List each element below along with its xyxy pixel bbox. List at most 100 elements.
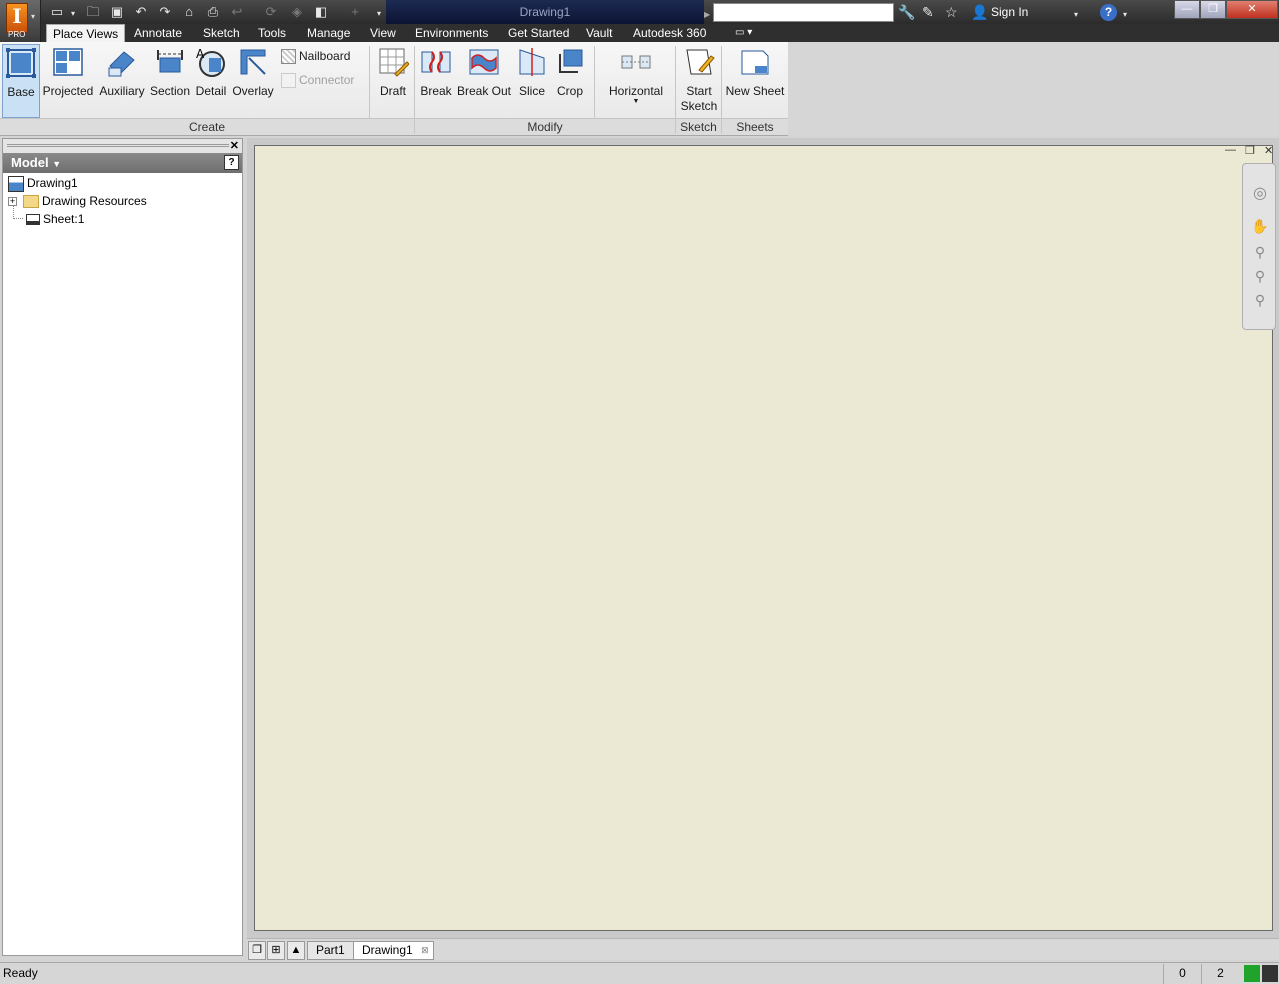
doc-tab-drawing1[interactable]: Drawing1 ⊠ bbox=[353, 941, 434, 960]
status-bar: Ready 0 2 bbox=[0, 962, 1279, 984]
title-bar: ▭ ▾ 🗀 ▣ ↶ ↷ ⌂ ⎙ ↩ ⟳ ◈ ◧ + ▾ Drawing1 ▶ 🔧… bbox=[0, 0, 1279, 24]
help-dropdown-icon[interactable]: ▾ bbox=[1123, 7, 1127, 23]
horizontal-alignment-button[interactable]: Horizontal ▼ bbox=[604, 44, 668, 118]
overlay-view-button[interactable]: Overlay bbox=[231, 44, 275, 118]
mdi-close-icon[interactable]: ✕ bbox=[1264, 144, 1273, 157]
browser-close-icon[interactable]: ✕ bbox=[230, 139, 239, 152]
break-icon bbox=[421, 51, 451, 73]
save-icon[interactable]: ▣ bbox=[108, 4, 126, 20]
base-view-label: Base bbox=[7, 85, 35, 99]
new-dropdown-icon[interactable]: ▾ bbox=[64, 6, 82, 22]
tab-vault[interactable]: Vault bbox=[580, 24, 618, 42]
modify-panel-label: Modify bbox=[415, 118, 675, 135]
close-tab-icon[interactable]: ⊠ bbox=[421, 942, 429, 959]
document-tab-bar: ❐ ⊞ ▲ Part1 Drawing1 ⊠ bbox=[247, 938, 1279, 960]
sign-in-button[interactable]: Sign In bbox=[991, 5, 1028, 19]
satellite-icon[interactable]: ✎ bbox=[922, 4, 934, 20]
tab-view[interactable]: View bbox=[364, 24, 402, 42]
tab-environments[interactable]: Environments bbox=[409, 24, 494, 42]
nailboard-button[interactable]: Nailboard bbox=[281, 49, 350, 65]
browser-grip[interactable]: ✕ bbox=[3, 139, 242, 153]
home-icon[interactable]: ⌂ bbox=[180, 4, 198, 20]
tools-icon[interactable]: 🔧 bbox=[898, 4, 915, 20]
grip-lines bbox=[7, 144, 229, 147]
measure-icon[interactable]: ◧ bbox=[312, 4, 330, 20]
redo-icon[interactable]: ↷ bbox=[156, 4, 174, 20]
ribbon-display-toggle-icon[interactable]: ▭ ▾ bbox=[729, 24, 758, 42]
status-count-1: 0 bbox=[1163, 964, 1201, 984]
favorites-icon[interactable]: ☆ bbox=[945, 4, 958, 20]
tab-place-views[interactable]: Place Views bbox=[46, 24, 126, 42]
auxiliary-view-button[interactable]: Auxiliary bbox=[97, 44, 147, 118]
tab-get-started[interactable]: Get Started bbox=[502, 24, 575, 42]
tile-windows-icon[interactable]: ⊞ bbox=[267, 941, 285, 960]
tree-connector bbox=[13, 205, 23, 219]
base-view-button[interactable]: Base bbox=[2, 44, 40, 118]
ribbon-tab-row: Place Views Annotate Sketch Tools Manage… bbox=[41, 24, 1279, 42]
tree-label: Drawing Resources bbox=[42, 194, 147, 208]
undo-icon[interactable]: ↶ bbox=[132, 4, 150, 20]
expand-arrow-icon[interactable]: ▶ bbox=[704, 7, 710, 23]
cascade-windows-icon[interactable]: ❐ bbox=[248, 941, 266, 960]
open-documents-icon[interactable]: ▲ bbox=[287, 941, 305, 960]
browser-help-icon[interactable]: ? bbox=[224, 155, 239, 170]
connector-label: Connector bbox=[299, 73, 355, 87]
connector-icon bbox=[281, 73, 296, 89]
browser-header[interactable]: Model ▼ ? bbox=[3, 153, 242, 173]
tree-item-drawing[interactable]: Drawing1 bbox=[8, 175, 78, 192]
add-icon: + bbox=[351, 4, 359, 19]
break-button[interactable]: Break bbox=[418, 44, 454, 118]
tab-sketch[interactable]: Sketch bbox=[197, 24, 246, 42]
tree-label: Drawing1 bbox=[27, 176, 78, 190]
close-button[interactable]: ✕ bbox=[1226, 0, 1278, 19]
tab-annotate[interactable]: Annotate bbox=[128, 24, 188, 42]
doc-tab-label: Drawing1 bbox=[362, 943, 413, 957]
mdi-minimize-icon[interactable]: — bbox=[1225, 144, 1236, 156]
sign-in-dropdown-icon[interactable]: ▾ bbox=[1074, 7, 1078, 23]
return-icon: ↩ bbox=[231, 4, 243, 19]
pan-icon[interactable]: ✋ bbox=[1250, 216, 1270, 236]
tree-item-sheet[interactable]: Sheet:1 bbox=[13, 205, 84, 227]
start-sketch-icon bbox=[686, 49, 715, 75]
horizontal-alignment-icon bbox=[621, 55, 651, 69]
drawing-document-icon bbox=[8, 175, 24, 192]
tree-item-drawing-resources[interactable]: + Drawing Resources bbox=[8, 193, 147, 209]
crop-button[interactable]: Crop bbox=[552, 44, 588, 118]
tab-tools[interactable]: Tools bbox=[252, 24, 292, 42]
tab-autodesk-360[interactable]: Autodesk 360 bbox=[627, 24, 712, 42]
inventor-logo-icon: I bbox=[6, 3, 28, 33]
browser-dropdown-icon: ▼ bbox=[52, 159, 62, 169]
ribbon-empty-area bbox=[788, 42, 1279, 136]
application-menu-button[interactable]: I PRO ▾ bbox=[0, 0, 41, 42]
crop-icon bbox=[559, 49, 583, 73]
break-out-button[interactable]: Break Out bbox=[456, 44, 512, 118]
mdi-restore-icon[interactable]: ❐ bbox=[1245, 144, 1255, 157]
projected-view-button[interactable]: Projected bbox=[42, 44, 94, 118]
connector-button: Connector bbox=[281, 73, 355, 89]
status-count-2: 2 bbox=[1201, 964, 1239, 984]
ribbon-panel: Base Projected Auxiliary Section A Detai… bbox=[0, 42, 1279, 136]
zoom-all-icon[interactable]: ⚲ bbox=[1250, 266, 1270, 286]
tab-manage[interactable]: Manage bbox=[301, 24, 356, 42]
draft-view-button[interactable]: Draft bbox=[373, 44, 413, 118]
steering-wheel-2d-icon[interactable]: ◎ bbox=[1250, 184, 1270, 204]
navigation-bar: ◎ ✋ ⚲ ⚲ ⚲ bbox=[1242, 163, 1276, 330]
doc-tab-part1[interactable]: Part1 bbox=[307, 941, 354, 960]
restore-button[interactable]: ❐ bbox=[1200, 0, 1226, 19]
new-sheet-button[interactable]: New Sheet bbox=[724, 44, 786, 118]
pro-badge: PRO bbox=[8, 30, 26, 39]
section-view-button[interactable]: Section bbox=[148, 44, 192, 118]
zoom-icon[interactable]: ⚲ bbox=[1250, 242, 1270, 262]
open-icon[interactable]: 🗀 bbox=[84, 4, 102, 20]
browser-title: Model bbox=[11, 155, 49, 170]
start-sketch-button[interactable]: Start Sketch bbox=[678, 44, 720, 118]
minimize-button[interactable]: — bbox=[1174, 0, 1200, 19]
slice-button[interactable]: Slice bbox=[515, 44, 549, 118]
help-search-input[interactable] bbox=[713, 3, 894, 22]
section-view-icon bbox=[157, 50, 183, 73]
detail-view-button[interactable]: A Detail bbox=[193, 44, 229, 118]
print-icon[interactable]: ⎙ bbox=[204, 4, 222, 20]
help-button[interactable]: ? bbox=[1100, 4, 1117, 21]
zoom-window-icon[interactable]: ⚲ bbox=[1250, 290, 1270, 310]
drawing-canvas[interactable] bbox=[254, 145, 1273, 931]
